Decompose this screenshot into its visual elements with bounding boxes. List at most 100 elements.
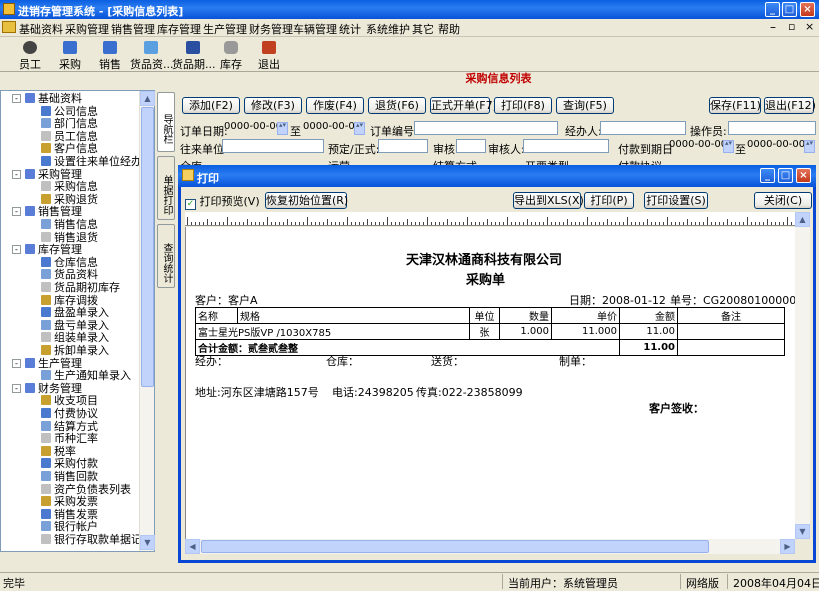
maximize-button[interactable]: □	[782, 2, 797, 17]
exit-button[interactable]: 退出(F12)	[764, 97, 816, 114]
minimize-button[interactable]: _	[765, 2, 780, 17]
dialog-print-button[interactable]: 打印(P)	[584, 192, 634, 209]
tree-item[interactable]: 部门信息	[41, 117, 98, 130]
dialog-minimize-button[interactable]: _	[760, 168, 775, 183]
collapse-icon[interactable]: -	[12, 169, 21, 179]
toolbar-employee-button[interactable]: 员工	[12, 40, 48, 71]
scroll-up-icon[interactable]: ▲	[140, 91, 155, 106]
formal-select[interactable]	[378, 139, 428, 153]
dialog-close-text-button[interactable]: 关闭(C)	[754, 192, 812, 209]
tree-item[interactable]: 拆卸单录入	[41, 344, 109, 357]
collapse-icon[interactable]: -	[12, 383, 21, 393]
preview-hscroll-thumb[interactable]	[201, 540, 709, 553]
tab-document-print[interactable]: 单据打印	[157, 156, 175, 220]
menu-stats[interactable]: 统计	[339, 21, 361, 37]
preview-horizontal-scrollbar[interactable]: ◀ ▶	[185, 539, 795, 554]
menu-help[interactable]: 帮助	[438, 21, 460, 37]
tab-query-stats[interactable]: 查询统计	[157, 224, 175, 288]
menu-finance[interactable]: 财务管理	[249, 21, 293, 37]
order-no-input[interactable]	[414, 121, 558, 135]
menu-inventory[interactable]: 库存管理	[157, 21, 201, 37]
tree-item[interactable]: 结算方式	[41, 420, 98, 433]
scroll-left-icon[interactable]: ◀	[185, 539, 200, 554]
scroll-up-icon[interactable]: ▲	[795, 212, 810, 227]
tree-scroll-thumb[interactable]	[141, 107, 154, 387]
tree-item[interactable]: 采购退货	[41, 193, 98, 206]
collapse-icon[interactable]: -	[12, 207, 21, 217]
tree-item[interactable]: 仓库信息	[41, 256, 98, 269]
mdi-close-icon[interactable]: ×	[805, 20, 814, 33]
tree-item[interactable]: 银行存取款单据记录	[41, 533, 140, 546]
spin-icon[interactable]: ▴▾	[804, 140, 815, 153]
save-button[interactable]: 保存(F11)	[709, 97, 761, 114]
scroll-down-icon[interactable]: ▼	[140, 535, 155, 550]
tree-item[interactable]: 盘盈单录入	[41, 306, 109, 319]
tree-item[interactable]: 银行帐户	[41, 520, 98, 533]
toolbar-stock-button[interactable]: 库存	[214, 40, 248, 71]
tree-item[interactable]: 货品资料	[41, 268, 98, 281]
collapse-icon[interactable]: -	[12, 358, 21, 368]
tree-group[interactable]: 销售管理	[25, 205, 82, 218]
menu-basic[interactable]: 基础资料	[19, 21, 63, 37]
scroll-right-icon[interactable]: ▶	[780, 539, 795, 554]
tree-group[interactable]: 基础资料	[25, 92, 82, 105]
unit-input[interactable]	[222, 139, 324, 153]
preview-vertical-scrollbar[interactable]: ▲ ▼	[795, 212, 810, 539]
mdi-restore-icon[interactable]: ▫	[788, 20, 795, 33]
tree-group[interactable]: 采购管理	[25, 168, 82, 181]
tree-item[interactable]: 销售发票	[41, 508, 98, 521]
due-date-from[interactable]: 0000-00-00	[667, 139, 731, 153]
spin-icon[interactable]: ▴▾	[354, 122, 365, 135]
tree-group[interactable]: 库存管理	[25, 243, 82, 256]
tree-item[interactable]: 资产负债表列表	[41, 483, 131, 496]
toolbar-goods-init-button[interactable]: 货品期...	[172, 40, 216, 71]
menu-production[interactable]: 生产管理	[203, 21, 247, 37]
tree-item[interactable]: 货品期初库存	[41, 281, 120, 294]
tree-item[interactable]: 生产通知单录入	[41, 369, 131, 382]
reset-position-button[interactable]: 恢复初始位置(R)	[265, 192, 348, 209]
tree-item[interactable]: 币种汇率	[41, 432, 98, 445]
tree-group[interactable]: 生产管理	[25, 357, 82, 370]
tree-item[interactable]: 公司信息	[41, 105, 98, 118]
tree-scrollbar[interactable]: ▲ ▼	[139, 91, 155, 551]
auditor-input[interactable]	[523, 139, 609, 153]
dialog-close-button[interactable]: ×	[796, 168, 811, 183]
print-button[interactable]: 打印(F8)	[494, 97, 552, 114]
tree-item[interactable]: 采购信息	[41, 180, 98, 193]
toolbar-goods-button[interactable]: 货品资...	[130, 40, 174, 71]
due-date-to[interactable]: 0000-00-00	[745, 139, 809, 153]
tree-item[interactable]: 采购发票	[41, 495, 98, 508]
operator-input[interactable]	[728, 121, 816, 135]
tree-item[interactable]: 销售信息	[41, 218, 98, 231]
menu-other[interactable]: 其它	[412, 21, 434, 37]
collapse-icon[interactable]: -	[12, 94, 21, 103]
tree-item[interactable]: 库存调拨	[41, 294, 98, 307]
spin-icon[interactable]: ▴▾	[723, 140, 734, 153]
mdi-minimize-icon[interactable]: –	[770, 20, 776, 34]
export-xls-button[interactable]: 导出到XLS(X)	[513, 192, 584, 209]
print-settings-button[interactable]: 打印设置(S)	[644, 192, 708, 209]
menu-vehicle[interactable]: 车辆管理	[293, 21, 337, 37]
toolbar-exit-button[interactable]: 退出	[252, 40, 286, 71]
toolbar-sales-button[interactable]: 销售	[92, 40, 128, 71]
tab-navigation[interactable]: 导航栏	[157, 92, 175, 152]
tree-item[interactable]: 客户信息	[41, 142, 98, 155]
void-button[interactable]: 作废(F4)	[306, 97, 364, 114]
handler-input[interactable]	[600, 121, 686, 135]
tree-group[interactable]: 财务管理	[25, 382, 82, 395]
add-button[interactable]: 添加(F2)	[182, 97, 240, 114]
menu-system[interactable]: 系统维护	[366, 21, 410, 37]
collapse-icon[interactable]: -	[12, 245, 21, 255]
query-button[interactable]: 查询(F5)	[556, 97, 614, 114]
tree-item[interactable]: 税率	[41, 445, 76, 458]
tree-item[interactable]: 付费协议	[41, 407, 98, 420]
dialog-maximize-button[interactable]: □	[778, 168, 793, 183]
tree-item[interactable]: 销售退货	[41, 231, 98, 244]
toolbar-purchase-button[interactable]: 采购	[52, 40, 88, 71]
menu-sales[interactable]: 销售管理	[111, 21, 155, 37]
spin-icon[interactable]: ▴▾	[277, 122, 288, 135]
tree-item[interactable]: 组装单录入	[41, 331, 109, 344]
tree-item[interactable]: 设置往来单位经办人	[41, 155, 140, 168]
tree-item[interactable]: 盘亏单录入	[41, 319, 109, 332]
menu-purchase[interactable]: 采购管理	[65, 21, 109, 37]
